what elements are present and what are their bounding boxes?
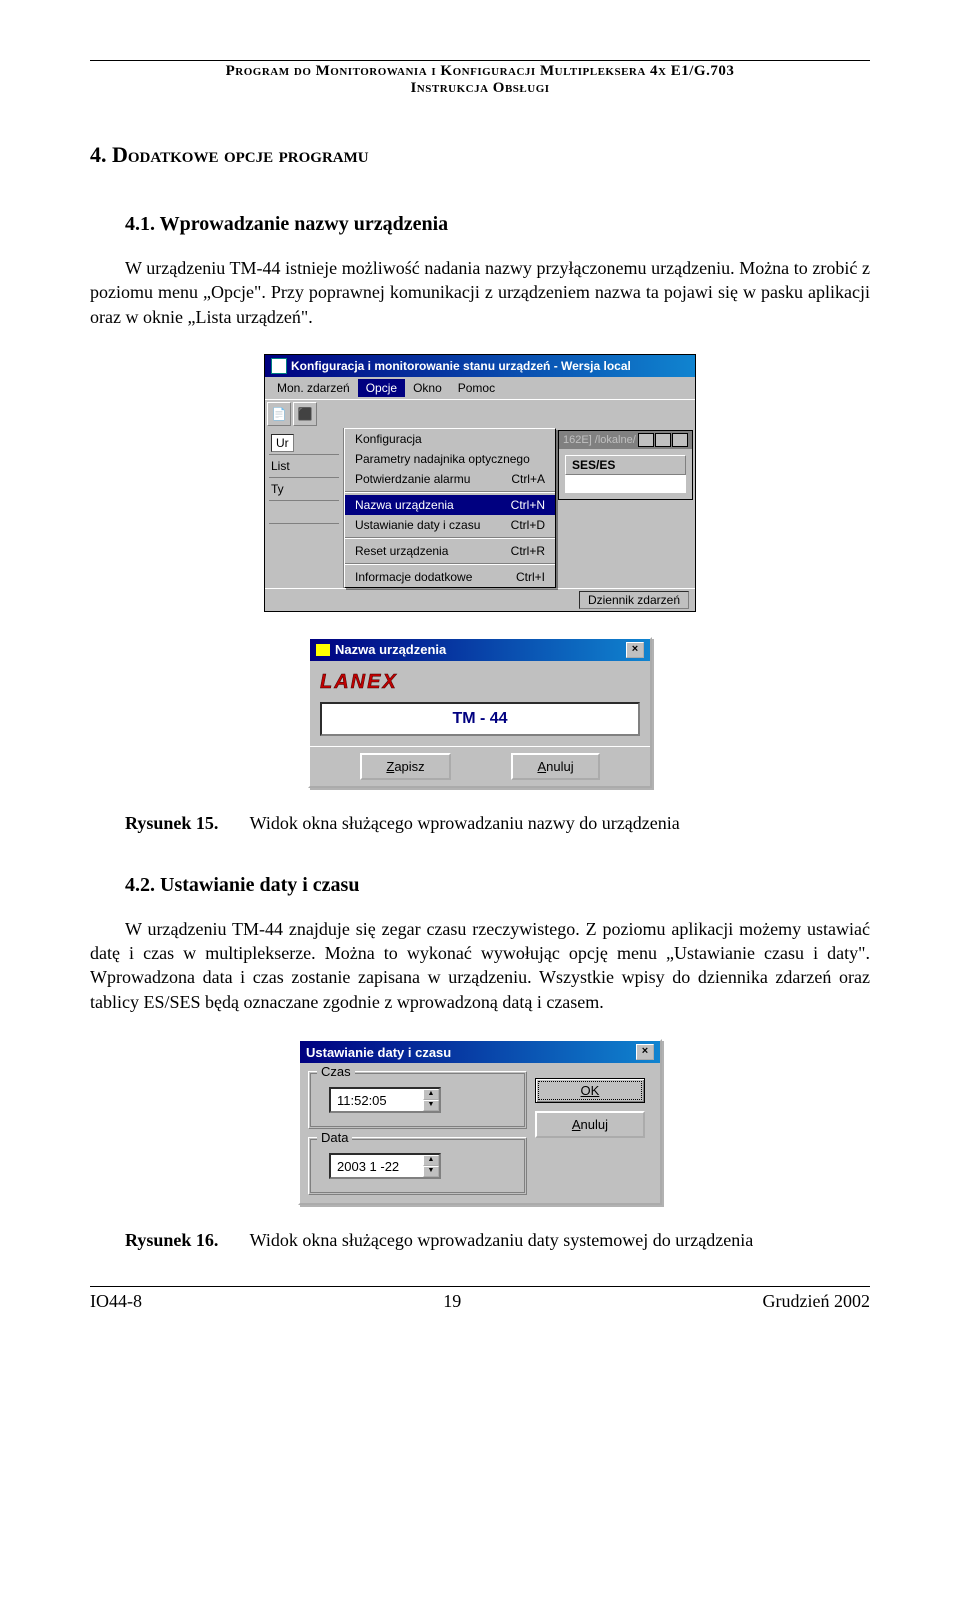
menubar: Mon. zdarzeń Opcje Okno Pomoc bbox=[265, 377, 695, 399]
close-icon[interactable]: × bbox=[626, 642, 644, 658]
date-field[interactable] bbox=[331, 1155, 423, 1177]
spin-down[interactable]: ▼ bbox=[423, 1100, 439, 1111]
footer-center: 19 bbox=[443, 1291, 461, 1312]
fig3-dialog: Ustawianie daty i czasu × Czas ▲▼ bbox=[298, 1039, 662, 1205]
footer-right: Grudzień 2002 bbox=[763, 1291, 870, 1312]
table-empty-row bbox=[565, 475, 686, 493]
dialog-title: Nazwa urządzenia bbox=[335, 642, 446, 657]
save-button[interactable]: Zapisz bbox=[360, 753, 450, 780]
app-icon bbox=[271, 358, 287, 374]
section-title: 4. Dodatkowe opcje programu bbox=[90, 142, 870, 168]
time-input[interactable]: ▲▼ bbox=[329, 1087, 441, 1113]
caption2-text: Widok okna służącego wprowadzaniu daty s… bbox=[250, 1230, 754, 1250]
opcje-dropdown: Konfiguracja Parametry nadajnika optyczn… bbox=[344, 428, 556, 588]
caption2-label: Rysunek 16. bbox=[125, 1230, 218, 1250]
window-title: Konfiguracja i monitorowanie stanu urząd… bbox=[291, 359, 631, 373]
menu-opcje[interactable]: Opcje bbox=[358, 379, 405, 397]
dd-info[interactable]: Informacje dodatkoweCtrl+I bbox=[345, 567, 555, 587]
left-ur: Ur bbox=[269, 432, 339, 455]
min-icon[interactable] bbox=[638, 433, 654, 447]
lanex-logo: LANEX bbox=[320, 671, 640, 694]
dd-potwierdzanie[interactable]: Potwierdzanie alarmuCtrl+A bbox=[345, 469, 555, 489]
close-icon[interactable]: × bbox=[636, 1044, 654, 1060]
menu-pomoc[interactable]: Pomoc bbox=[450, 379, 503, 397]
toolbar: 📄 ⬛ bbox=[265, 399, 695, 428]
header-line2: Instrukcja Obsługi bbox=[90, 80, 870, 97]
close-icon[interactable] bbox=[672, 433, 688, 447]
dd-reset[interactable]: Reset urządzeniaCtrl+R bbox=[345, 541, 555, 561]
cancel-button[interactable]: Anuluj bbox=[511, 753, 599, 780]
left-ty: Ty bbox=[269, 478, 339, 501]
caption1-text: Widok okna służącego wprowadzaniu nazwy … bbox=[250, 813, 680, 833]
inner-title: 162E] /lokalne/ bbox=[563, 434, 636, 446]
left-list: List bbox=[269, 455, 339, 478]
fig1-title-bar: Konfiguracja i monitorowanie stanu urząd… bbox=[265, 355, 695, 377]
left-blank bbox=[269, 501, 339, 524]
spin-up[interactable]: ▲ bbox=[423, 1155, 439, 1166]
group-czas: Czas bbox=[317, 1064, 355, 1079]
status-bar: Dziennik zdarzeń bbox=[579, 591, 689, 609]
spin-up[interactable]: ▲ bbox=[423, 1089, 439, 1100]
menu-mon[interactable]: Mon. zdarzeń bbox=[269, 379, 358, 397]
sub1-para: W urządzeniu TM-44 istnieje możliwość na… bbox=[90, 256, 870, 329]
sub1-title: 4.1. Wprowadzanie nazwy urządzenia bbox=[125, 213, 870, 236]
ok-button[interactable]: OK bbox=[535, 1078, 645, 1103]
dialog-icon bbox=[316, 644, 330, 656]
dd-parametry[interactable]: Parametry nadajnika optycznego bbox=[345, 449, 555, 469]
menu-okno[interactable]: Okno bbox=[405, 379, 450, 397]
group-data: Data bbox=[317, 1130, 352, 1145]
max-icon[interactable] bbox=[655, 433, 671, 447]
header-line1: Program do Monitorowania i Konfiguracji … bbox=[90, 63, 870, 80]
sub2-title: 4.2. Ustawianie daty i czasu bbox=[125, 874, 870, 897]
device-name-input[interactable] bbox=[320, 702, 640, 736]
dd-konfiguracja[interactable]: Konfiguracja bbox=[345, 429, 555, 449]
spin-down[interactable]: ▼ bbox=[423, 1166, 439, 1177]
cancel-button[interactable]: Anuluj bbox=[535, 1111, 645, 1138]
inner-window: 162E] /lokalne/ SES/ES bbox=[558, 430, 693, 500]
left-panel: Ur List Ty bbox=[265, 428, 344, 588]
sub2-para: W urządzeniu TM-44 znajduje się zegar cz… bbox=[90, 917, 870, 1014]
ses-es-header: SES/ES bbox=[565, 455, 686, 475]
dd-nazwa[interactable]: Nazwa urządzeniaCtrl+N bbox=[345, 495, 555, 515]
footer-left: IO44-8 bbox=[90, 1291, 142, 1312]
toolbar-btn-2[interactable]: ⬛ bbox=[293, 402, 317, 426]
dialog-title: Ustawianie daty i czasu bbox=[306, 1045, 451, 1060]
dd-ustawianie[interactable]: Ustawianie daty i czasuCtrl+D bbox=[345, 515, 555, 535]
fig1-window: Konfiguracja i monitorowanie stanu urząd… bbox=[264, 354, 696, 612]
time-field[interactable] bbox=[331, 1089, 423, 1111]
caption1-label: Rysunek 15. bbox=[125, 813, 218, 833]
date-input[interactable]: ▲▼ bbox=[329, 1153, 441, 1179]
toolbar-btn-1[interactable]: 📄 bbox=[267, 402, 291, 426]
fig2-dialog: Nazwa urządzenia × LANEX Zapisz Anuluj bbox=[308, 637, 652, 788]
